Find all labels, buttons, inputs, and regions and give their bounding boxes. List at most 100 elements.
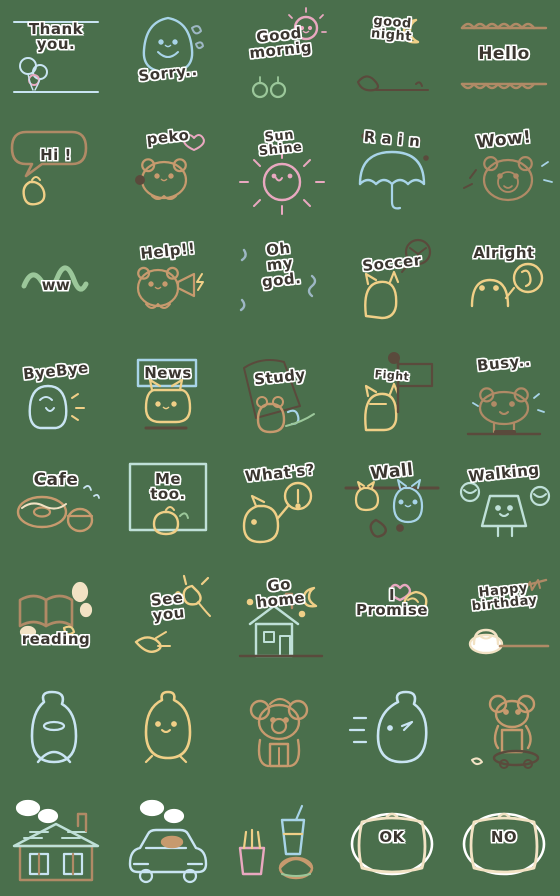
sticker-10[interactable]: Wow! xyxy=(454,118,554,218)
pink-sun-icon xyxy=(239,149,325,215)
sticker-cell[interactable] xyxy=(448,672,560,784)
sticker-cell[interactable]: Oh my god. xyxy=(224,224,336,336)
sticker-cell[interactable]: good night xyxy=(336,0,448,112)
sticker-21[interactable]: Cafe xyxy=(6,454,106,554)
sticker-cell[interactable]: Walking xyxy=(448,448,560,560)
heart-pinky-swear-icon xyxy=(388,583,428,616)
sticker-23[interactable]: What's? xyxy=(230,454,330,554)
sticker-cell[interactable] xyxy=(224,672,336,784)
sticker-29[interactable]: I Promise xyxy=(342,566,442,666)
frame-chick-icon xyxy=(128,462,208,536)
sticker-33[interactable] xyxy=(230,678,330,778)
sticker-cell[interactable] xyxy=(112,784,224,896)
sticker-cell[interactable]: Me too. xyxy=(112,448,224,560)
sticker-cell[interactable]: ByeBye xyxy=(0,336,112,448)
sticker-9[interactable]: R a i n xyxy=(342,118,442,218)
sticker-15[interactable]: Alright xyxy=(454,230,554,330)
sticker-35[interactable] xyxy=(454,678,554,778)
sticker-16[interactable]: ByeBye xyxy=(6,342,106,442)
bear-megaphone-icon xyxy=(136,266,204,309)
sticker-cell[interactable]: Good mornig xyxy=(224,0,336,112)
sticker-39[interactable]: OK xyxy=(342,790,442,890)
sticker-cell[interactable]: peko xyxy=(112,112,224,224)
sticker-cell[interactable]: News xyxy=(112,336,224,448)
sticker-30[interactable]: Happy birthday xyxy=(454,566,554,666)
sticker-cell[interactable]: R a i n xyxy=(336,112,448,224)
sticker-cell[interactable] xyxy=(0,672,112,784)
sticker-cell[interactable]: Soccer xyxy=(336,224,448,336)
hanging-animals-bar-icon xyxy=(344,479,440,538)
surprised-bear-icon xyxy=(463,156,553,202)
sticker-27[interactable]: See you xyxy=(118,566,218,666)
sticker-cell[interactable] xyxy=(336,672,448,784)
sticker-38[interactable] xyxy=(230,790,330,890)
sticker-cell[interactable]: See you xyxy=(112,560,224,672)
walking-bear-bushes-icon xyxy=(459,481,551,538)
sticker-cell[interactable]: Go home xyxy=(224,560,336,672)
fries-drink-burger-icon xyxy=(238,804,314,880)
sticker-31[interactable] xyxy=(6,678,106,778)
sticker-cell[interactable]: Wow! xyxy=(448,112,560,224)
sticker-cell[interactable]: OK xyxy=(336,784,448,896)
green-squiggle-icon xyxy=(21,265,89,292)
waving-hands-icon xyxy=(134,574,211,653)
sticker-grid: Thank you. Sorry.. Good mornig good night He… xyxy=(0,0,560,896)
sticker-cell[interactable]: Sun Shine xyxy=(224,112,336,224)
sticker-11[interactable]: ww xyxy=(6,230,106,330)
sticker-cell[interactable]: Sorry.. xyxy=(112,0,224,112)
sticker-24[interactable]: Wall xyxy=(342,454,442,554)
sticker-36[interactable] xyxy=(6,790,106,890)
sticker-cell[interactable] xyxy=(0,784,112,896)
toast-text-icon xyxy=(350,812,434,876)
sticker-cell[interactable] xyxy=(112,672,224,784)
sticker-28[interactable]: Go home xyxy=(230,566,330,666)
yellow-chick-standing-icon xyxy=(144,690,192,764)
sticker-2[interactable]: Sorry.. xyxy=(118,6,218,106)
sticker-18[interactable]: Study xyxy=(230,342,330,442)
sticker-cell[interactable]: NO xyxy=(448,784,560,896)
sticker-12[interactable]: Help!! xyxy=(118,230,218,330)
sticker-6[interactable]: Hi ! xyxy=(6,118,106,218)
sticker-cell[interactable] xyxy=(224,784,336,896)
sticker-40[interactable]: NO xyxy=(454,790,554,890)
sticker-34[interactable] xyxy=(342,678,442,778)
sticker-cell[interactable]: Thank you. xyxy=(0,0,112,112)
sticker-cell[interactable]: I Promise xyxy=(336,560,448,672)
sticker-13[interactable]: Oh my god. xyxy=(230,230,330,330)
sticker-20[interactable]: Busy.. xyxy=(454,342,554,442)
sticker-cell[interactable]: Help!! xyxy=(112,224,224,336)
sticker-32[interactable] xyxy=(118,678,218,778)
sticker-cell[interactable]: Hello xyxy=(448,0,560,112)
sticker-14[interactable]: Soccer xyxy=(342,230,442,330)
sticker-cell[interactable]: Cafe xyxy=(0,448,112,560)
sticker-25[interactable]: Walking xyxy=(454,454,554,554)
sticker-cell[interactable]: Study xyxy=(224,336,336,448)
blue-umbrella-icon xyxy=(358,133,429,210)
sticker-cell[interactable]: Hi ! xyxy=(0,112,112,224)
bear-studying-desk-icon xyxy=(243,359,315,434)
sticker-3[interactable]: Good mornig xyxy=(230,6,330,106)
sticker-8[interactable]: Sun Shine xyxy=(230,118,330,218)
sticker-17[interactable]: News xyxy=(118,342,218,442)
sticker-19[interactable]: Fight xyxy=(342,342,442,442)
sun-sprout-icon xyxy=(251,7,327,99)
sticker-5[interactable]: Hello xyxy=(454,6,554,106)
sticker-cell[interactable]: Wall xyxy=(336,448,448,560)
sticker-cell[interactable]: Fight xyxy=(336,336,448,448)
sticker-cell[interactable]: reading xyxy=(0,560,112,672)
open-book-leaves-icon xyxy=(18,581,93,639)
sticker-cell[interactable]: Alright xyxy=(448,224,560,336)
sticker-cell[interactable]: Busy.. xyxy=(448,336,560,448)
cat-soccer-ball-icon xyxy=(364,238,432,320)
sticker-4[interactable]: good night xyxy=(342,6,442,106)
sticker-22[interactable]: Me too. xyxy=(118,454,218,554)
sticker-1[interactable]: Thank you. xyxy=(6,6,106,106)
bear-ok-ring-icon xyxy=(470,262,544,308)
sticker-cell[interactable]: What's? xyxy=(224,448,336,560)
sticker-26[interactable]: reading xyxy=(6,566,106,666)
sticker-7[interactable]: peko xyxy=(118,118,218,218)
sticker-cell[interactable]: Happy birthday xyxy=(448,560,560,672)
sticker-cell[interactable]: ww xyxy=(0,224,112,336)
sticker-37[interactable] xyxy=(118,790,218,890)
balloons-lines-icon xyxy=(13,21,99,93)
